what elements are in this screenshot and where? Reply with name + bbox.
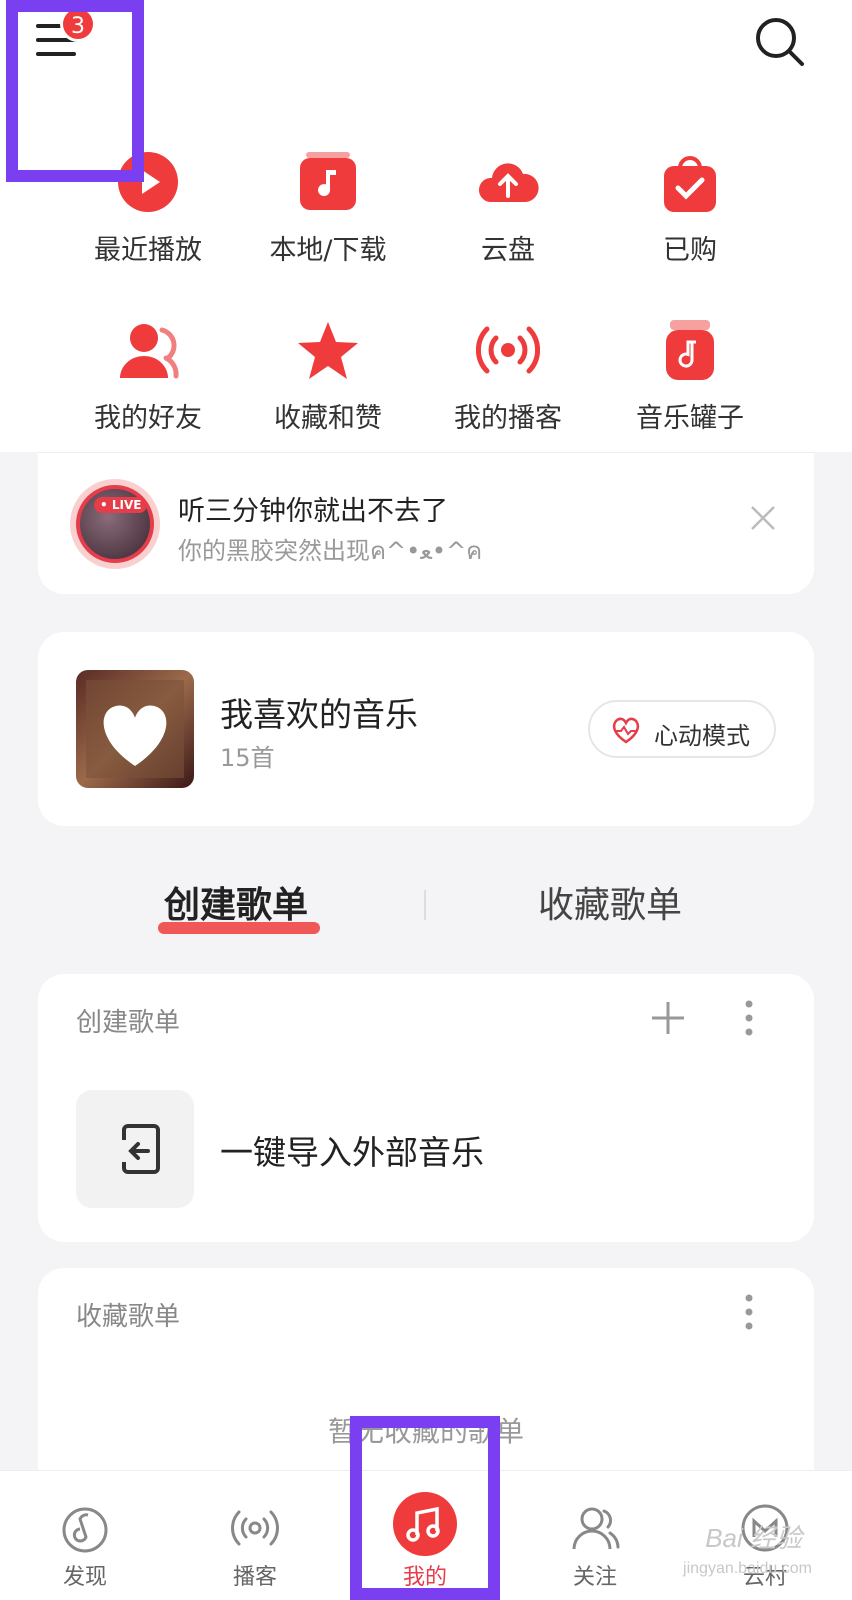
broadcast-icon	[476, 326, 540, 374]
highlight-mine-tab	[350, 1416, 500, 1600]
quick-action-label: 音乐罐子	[636, 403, 744, 434]
nav-label: 播客	[232, 1565, 277, 1590]
highlight-menu	[6, 0, 144, 182]
nav-podcast[interactable]: 播客	[170, 1471, 340, 1600]
quick-action-label: 我的好友	[94, 403, 202, 434]
tab-collected[interactable]: 收藏歌单	[538, 876, 682, 928]
quick-action-label: 最近播放	[94, 235, 202, 266]
music-box-icon	[300, 152, 356, 210]
nav-label: 关注	[572, 1565, 617, 1590]
quick-action-label: 已购	[663, 235, 717, 266]
quick-action-local[interactable]: 本地/下载	[238, 150, 418, 267]
collected-section-title: 收藏歌单	[76, 1302, 181, 1332]
quick-action-friends[interactable]: 我的好友	[58, 318, 238, 435]
import-icon	[122, 1124, 160, 1174]
shopping-bag-icon	[664, 156, 716, 212]
podcast-icon	[231, 1510, 279, 1546]
live-avatar-image: • LIVE	[76, 485, 154, 563]
quick-action-cloud[interactable]: 云盘	[418, 150, 598, 267]
import-music-button[interactable]	[76, 1090, 194, 1208]
nav-follow[interactable]: 关注	[510, 1471, 680, 1600]
live-subtitle: 你的黑胶突然出现ค^•ﻌ•^ค	[178, 537, 483, 565]
quick-action-label: 我的播客	[454, 403, 562, 434]
favorite-title: 我喜欢的音乐	[220, 695, 418, 734]
nav-label: 发现	[62, 1565, 107, 1590]
search-icon[interactable]	[752, 14, 808, 70]
favorite-cover	[76, 670, 194, 788]
star-icon	[298, 322, 358, 379]
follow-icon	[572, 1507, 620, 1550]
heart-mode-button[interactable]: 心动模式	[588, 700, 776, 758]
live-avatar[interactable]: • LIVE	[70, 479, 160, 569]
watermark-url: jingyan.baidu.com	[683, 1560, 812, 1577]
heart-mode-label: 心动模式	[654, 722, 750, 750]
live-tag: • LIVE	[94, 497, 148, 513]
discover-icon	[62, 1507, 108, 1553]
quick-action-purchased[interactable]: 已购	[600, 150, 780, 267]
quick-action-favorites[interactable]: 收藏和赞	[238, 318, 418, 435]
close-icon[interactable]	[748, 503, 778, 533]
quick-action-label: 收藏和赞	[274, 403, 382, 434]
more-icon[interactable]	[744, 1294, 754, 1330]
more-icon[interactable]	[744, 1000, 754, 1036]
heart-icon	[86, 680, 184, 778]
quick-action-label: 本地/下载	[269, 235, 387, 266]
heartbeat-icon	[612, 717, 640, 744]
quick-action-music-jar[interactable]: 音乐罐子	[600, 318, 780, 435]
music-jar-icon	[666, 320, 714, 380]
quick-action-podcast[interactable]: 我的播客	[418, 318, 598, 435]
live-title: 听三分钟你就出不去了	[178, 496, 448, 527]
nav-discover[interactable]: 发现	[0, 1471, 170, 1600]
favorite-music-card[interactable]: 我喜欢的音乐 15首 心动模式	[38, 632, 814, 826]
tab-divider	[424, 890, 426, 920]
favorite-count: 15首	[220, 744, 275, 772]
watermark-brand: Bai 经验	[705, 1523, 802, 1553]
friends-icon	[120, 324, 179, 379]
plus-icon[interactable]	[650, 1000, 686, 1036]
cloud-upload-icon	[478, 163, 539, 202]
tab-created[interactable]: 创建歌单	[164, 876, 308, 928]
quick-action-label: 云盘	[481, 235, 535, 266]
created-playlists-card: 创建歌单 一键导入外部音乐	[38, 974, 814, 1242]
created-section-title: 创建歌单	[76, 1008, 181, 1038]
playlist-tabs: 创建歌单 收藏歌单	[0, 860, 852, 940]
import-music-label[interactable]: 一键导入外部音乐	[220, 1126, 484, 1174]
live-banner[interactable]: • LIVE 听三分钟你就出不去了 你的黑胶突然出现ค^•ﻌ•^ค	[38, 452, 814, 594]
